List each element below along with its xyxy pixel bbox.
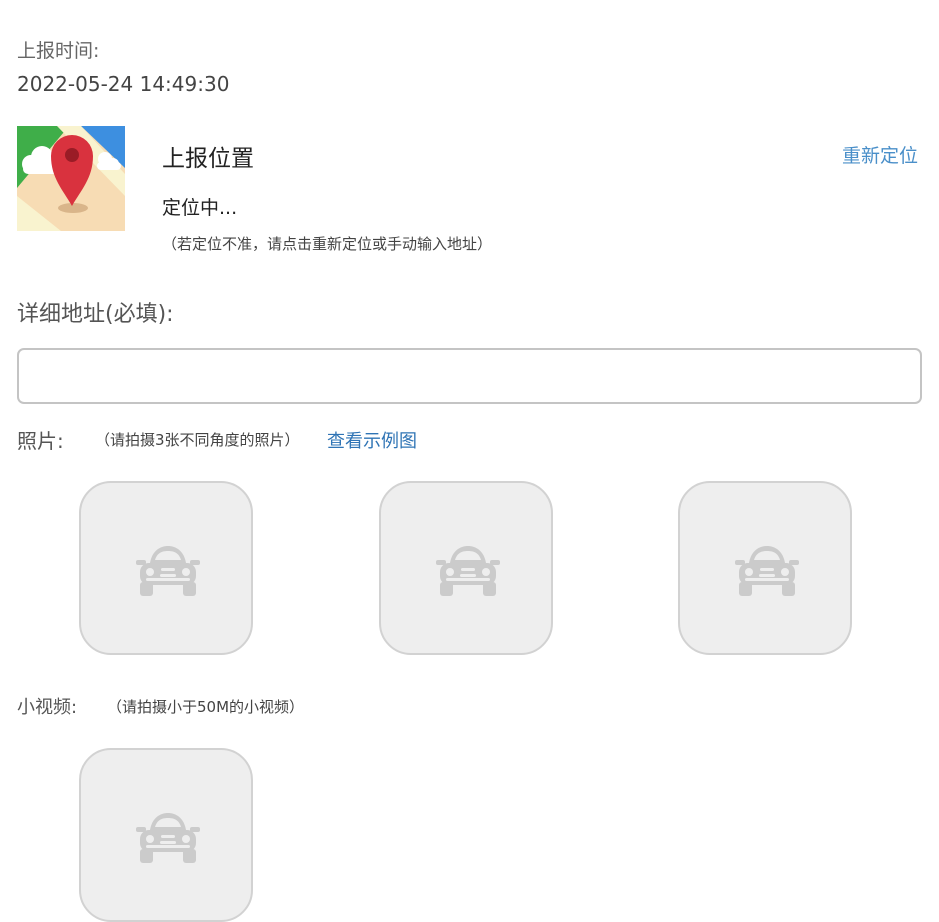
car-icon — [436, 546, 500, 596]
location-status: 定位中... — [162, 197, 238, 219]
car-icon — [735, 546, 799, 596]
map-pin-icon — [17, 126, 125, 231]
car-icon — [136, 546, 200, 596]
photo-upload-slot-2[interactable] — [379, 481, 553, 655]
view-example-link[interactable]: 查看示例图 — [327, 427, 417, 453]
video-hint: （请拍摄小于50M的小视频） — [107, 698, 305, 716]
address-label: 详细地址(必填): — [17, 302, 174, 327]
photos-hint: （请拍摄3张不同角度的照片） — [95, 431, 300, 449]
location-title: 上报位置 — [162, 146, 254, 172]
photo-upload-slot-3[interactable] — [678, 481, 852, 655]
address-input[interactable] — [17, 348, 922, 404]
video-upload-slot[interactable] — [79, 748, 253, 922]
report-time-value: 2022-05-24 14:49:30 — [17, 72, 230, 96]
relocate-button[interactable]: 重新定位 — [842, 141, 918, 168]
photos-label: 照片: — [17, 429, 64, 453]
video-label: 小视频: — [17, 697, 78, 718]
photo-upload-slot-1[interactable] — [79, 481, 253, 655]
car-icon — [136, 813, 200, 863]
location-hint: （若定位不准，请点击重新定位或手动输入地址） — [162, 235, 493, 253]
report-time-label: 上报时间: — [17, 40, 100, 62]
